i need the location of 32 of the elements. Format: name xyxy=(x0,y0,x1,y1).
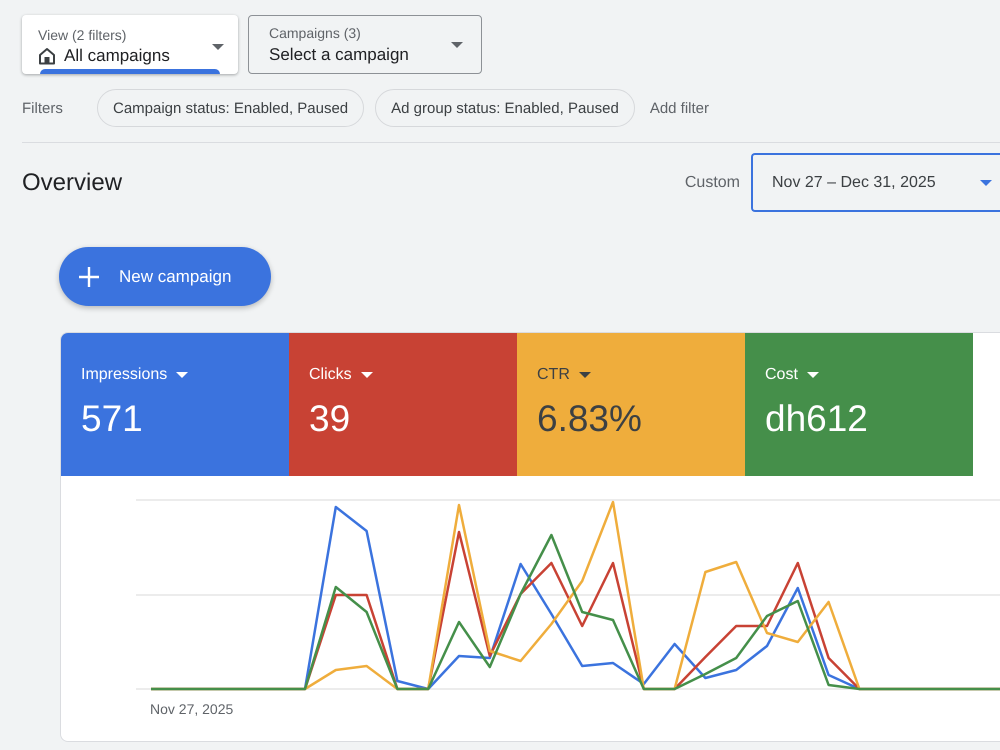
add-filter-button[interactable]: Add filter xyxy=(650,100,710,116)
metric-tile[interactable]: Cost dh612 xyxy=(745,333,973,476)
caret-icon xyxy=(980,180,992,186)
plus-icon xyxy=(79,266,99,286)
metric-tile[interactable]: CTR 6.83% xyxy=(517,333,745,476)
date-range-dropdown[interactable]: Nov 27 – Dec 31, 2025 xyxy=(751,153,1000,212)
metric-value: dh612 xyxy=(765,398,868,440)
metric-selector[interactable]: Cost xyxy=(765,366,819,384)
overview-heading: Overview xyxy=(22,168,122,196)
metric-tile[interactable]: Clicks 39 xyxy=(289,333,517,476)
new-campaign-button[interactable]: New campaign xyxy=(59,247,271,306)
caret-icon xyxy=(578,372,591,378)
metric-value: 39 xyxy=(309,398,350,440)
metric-tile[interactable]: Impressions 571 xyxy=(61,333,289,476)
caret-icon xyxy=(451,42,463,48)
date-range-label: Custom xyxy=(684,174,740,192)
metric-value: 571 xyxy=(81,398,143,440)
campaign-dropdown[interactable]: Campaigns (3) Select a campaign xyxy=(248,15,482,74)
metric-selector[interactable]: Clicks xyxy=(309,366,373,384)
caret-icon xyxy=(806,372,819,378)
view-dropdown[interactable]: View (2 filters) All campaigns xyxy=(22,15,238,74)
filters-label: Filters xyxy=(22,100,64,116)
caret-icon xyxy=(360,372,373,378)
filter-chip[interactable]: Ad group status: Enabled, Paused xyxy=(375,89,635,127)
caret-icon xyxy=(212,44,224,50)
metric-value: 6.83% xyxy=(537,398,642,440)
metric-selector[interactable]: Impressions xyxy=(81,366,188,384)
home-icon xyxy=(38,47,56,65)
axis-date-label: Nov 27, 2025 xyxy=(149,701,234,717)
metric-selector[interactable]: CTR xyxy=(537,366,591,384)
filter-chip[interactable]: Campaign status: Enabled, Paused xyxy=(97,89,364,127)
caret-icon xyxy=(176,372,188,378)
